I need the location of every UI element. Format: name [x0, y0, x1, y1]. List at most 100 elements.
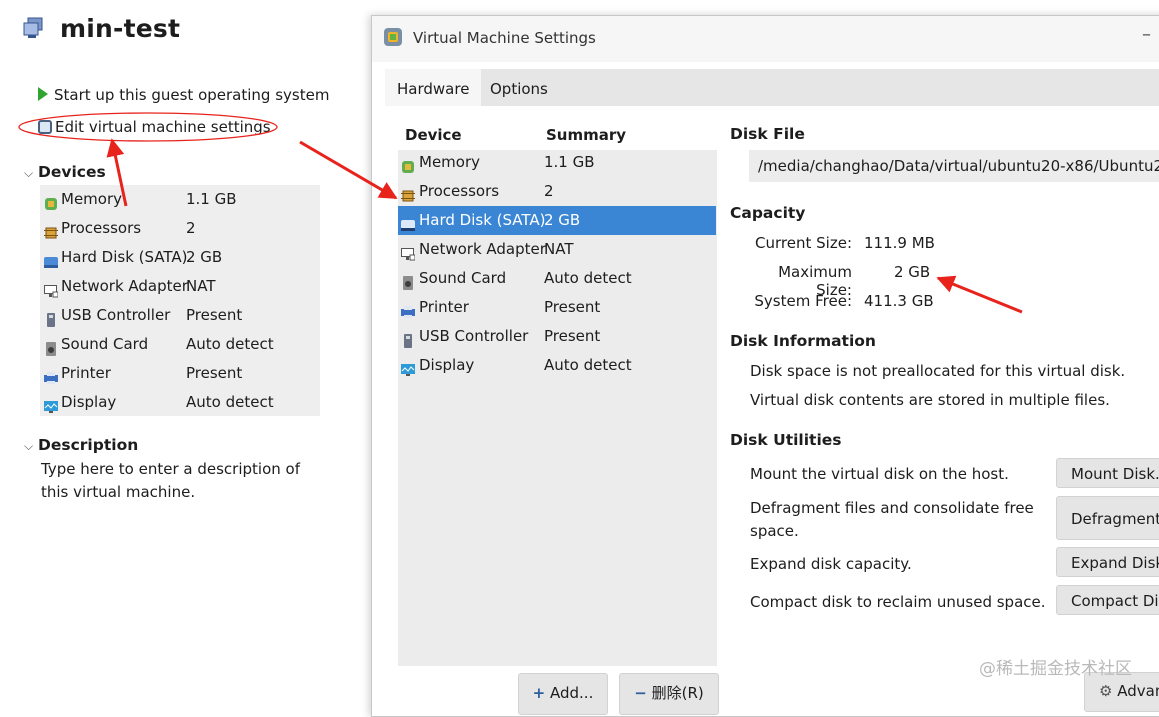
- maximum-size-value: 2 GB: [894, 263, 931, 281]
- left-device-row-usb[interactable]: USB Controller Present: [40, 301, 320, 330]
- add-device-label: Add...: [550, 684, 594, 702]
- minimize-icon[interactable]: –: [1142, 24, 1151, 45]
- start-vm-action[interactable]: Start up this guest operating system: [38, 86, 329, 104]
- device-name: USB Controller: [419, 327, 529, 345]
- device-summary: 2 GB: [186, 248, 223, 266]
- device-row-network[interactable]: Network Adapter NAT: [398, 235, 716, 264]
- device-summary: Auto detect: [186, 335, 274, 353]
- device-summary: 1.1 GB: [544, 153, 595, 171]
- left-device-row-display[interactable]: Display Auto detect: [40, 388, 320, 417]
- expand-disk-description: Expand disk capacity.: [750, 555, 912, 573]
- left-device-row-processors[interactable]: Processors 2: [40, 214, 320, 243]
- expand-disk-button[interactable]: Expand Disk...: [1056, 547, 1159, 577]
- device-table-header: Device Summary: [398, 118, 717, 150]
- disk-information-header: Disk Information: [730, 332, 876, 350]
- device-name: Network Adapter: [61, 277, 188, 295]
- device-name: Memory: [419, 153, 481, 171]
- compact-disk-button[interactable]: Compact Disk: [1056, 585, 1159, 615]
- advanced-label: Advanced...: [1117, 682, 1159, 700]
- dialog-titlebar[interactable]: Virtual Machine Settings –: [372, 16, 1159, 62]
- usb-icon: [44, 308, 58, 327]
- hard-disk-icon: [401, 213, 415, 231]
- device-row-usb[interactable]: USB Controller Present: [398, 322, 716, 351]
- description-header-label: Description: [38, 436, 139, 454]
- add-device-button[interactable]: + Add...: [518, 673, 608, 715]
- current-size-value: 111.9 MB: [864, 234, 935, 252]
- remove-device-button[interactable]: − 删除(R): [619, 673, 719, 715]
- printer-icon: [401, 300, 415, 318]
- hard-disk-icon: [44, 250, 58, 268]
- device-name: Processors: [419, 182, 500, 200]
- device-row-processors[interactable]: Processors 2: [398, 177, 716, 206]
- disk-info-line: Virtual disk contents are stored in mult…: [750, 391, 1110, 409]
- left-device-row-memory[interactable]: Memory 1.1 GB: [40, 185, 320, 214]
- sound-card-icon: [401, 271, 415, 290]
- processor-icon: [44, 221, 58, 239]
- dialog-tabbar: Hardware Options: [385, 69, 1159, 106]
- device-name: Hard Disk (SATA): [419, 211, 546, 229]
- chevron-down-icon: ⌵: [24, 439, 34, 453]
- device-name: Sound Card: [419, 269, 507, 287]
- vm-settings-dialog: Virtual Machine Settings – Hardware Opti…: [371, 15, 1159, 717]
- description-text[interactable]: Type here to enter a description of this…: [41, 458, 331, 504]
- chevron-down-icon: ⌵: [24, 166, 34, 180]
- printer-icon: [44, 366, 58, 384]
- device-summary: Auto detect: [544, 269, 632, 287]
- mount-disk-button[interactable]: Mount Disk...: [1056, 458, 1159, 488]
- device-summary: NAT: [544, 240, 574, 258]
- vm-settings-app-icon: [383, 27, 403, 51]
- memory-icon: [401, 155, 415, 173]
- defragment-description-line2: space.: [750, 522, 799, 540]
- hardware-device-table: Device Summary Memory 1.1 GB Processors …: [398, 118, 717, 666]
- summary-column-header[interactable]: Summary: [546, 126, 626, 144]
- disk-file-path-field[interactable]: /media/changhao/Data/virtual/ubuntu20-x8…: [749, 150, 1159, 182]
- tab-hardware[interactable]: Hardware: [385, 69, 482, 106]
- device-row-memory[interactable]: Memory 1.1 GB: [398, 148, 716, 177]
- device-row-hard-disk[interactable]: Hard Disk (SATA) 2 GB: [398, 206, 716, 235]
- edit-vm-settings-action[interactable]: Edit virtual machine settings: [38, 118, 271, 136]
- disk-file-header: Disk File: [730, 125, 805, 143]
- system-free-value: 411.3 GB: [864, 292, 934, 310]
- network-icon: [44, 279, 59, 298]
- device-summary: 2: [544, 182, 554, 200]
- description-section-header[interactable]: ⌵ Description: [24, 436, 138, 454]
- device-name: Network Adapter: [419, 240, 546, 258]
- device-name: Processors: [61, 219, 142, 237]
- device-summary: Auto detect: [544, 356, 632, 374]
- system-free-label: System Free:: [754, 292, 852, 310]
- memory-icon: [44, 192, 58, 210]
- device-summary: Present: [544, 298, 601, 316]
- play-icon: [38, 87, 48, 101]
- device-name: USB Controller: [61, 306, 171, 324]
- defragment-description-line1: Defragment files and consolidate free: [750, 499, 1034, 517]
- disk-info-line: Disk space is not preallocated for this …: [750, 362, 1126, 380]
- processor-icon: [401, 184, 415, 202]
- device-name: Display: [419, 356, 475, 374]
- start-vm-label: Start up this guest operating system: [54, 86, 330, 104]
- device-row-sound[interactable]: Sound Card Auto detect: [398, 264, 716, 293]
- vm-name-title: min-test: [60, 14, 181, 43]
- device-row-display[interactable]: Display Auto detect: [398, 351, 716, 380]
- devices-section-header[interactable]: ⌵ Devices: [24, 163, 106, 181]
- left-device-row-sound[interactable]: Sound Card Auto detect: [40, 330, 320, 359]
- remove-device-label: 删除(R): [651, 684, 704, 702]
- tab-options[interactable]: Options: [478, 69, 560, 106]
- capacity-header: Capacity: [730, 204, 806, 222]
- device-row-printer[interactable]: Printer Present: [398, 293, 716, 322]
- device-summary: Auto detect: [186, 393, 274, 411]
- dialog-title: Virtual Machine Settings: [413, 29, 596, 47]
- device-summary: 2: [186, 219, 196, 237]
- compact-disk-description: Compact disk to reclaim unused space.: [750, 593, 1046, 611]
- left-device-row-network[interactable]: Network Adapter NAT: [40, 272, 320, 301]
- device-column-header[interactable]: Device: [405, 126, 462, 144]
- sound-card-icon: [44, 337, 58, 356]
- left-device-row-hard-disk[interactable]: Hard Disk (SATA) 2 GB: [40, 243, 320, 272]
- defragment-disk-button[interactable]: Defragment Disk: [1056, 496, 1159, 540]
- devices-header-label: Devices: [38, 163, 106, 181]
- network-icon: [401, 242, 416, 261]
- gear-icon: ⚙: [1099, 682, 1113, 700]
- watermark: @稀土掘金技术社区: [979, 659, 1132, 679]
- current-size-label: Current Size:: [755, 234, 852, 252]
- left-device-row-printer[interactable]: Printer Present: [40, 359, 320, 388]
- device-summary: Present: [186, 306, 243, 324]
